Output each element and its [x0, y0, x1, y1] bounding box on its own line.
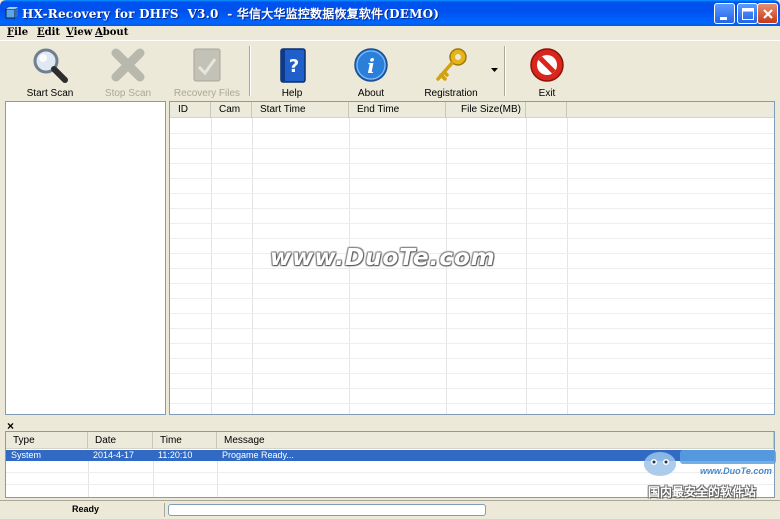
window-title: HX-Recovery for DHFS V3.0 - 华信大华监控数据恢复软件…	[22, 7, 440, 21]
toolbar: Start Scan Stop Scan Recovery Files ? He…	[0, 40, 780, 100]
grid-row-divider	[170, 208, 774, 209]
column-header-extra[interactable]	[526, 102, 567, 118]
device-tree-pane[interactable]	[5, 101, 166, 415]
close-icon	[763, 9, 773, 19]
app-icon	[5, 7, 18, 19]
exit-button[interactable]: Exit	[507, 47, 587, 101]
grid-row-divider	[170, 223, 774, 224]
grid-row-divider	[170, 373, 774, 374]
log-cell-date: 2014-4-17	[93, 450, 135, 460]
log-column-divider	[217, 461, 218, 497]
recovery-files-button[interactable]: Recovery Files	[167, 47, 247, 101]
svg-text:i: i	[367, 54, 375, 78]
status-separator	[164, 503, 165, 517]
status-text: Ready	[72, 504, 100, 514]
column-header-file-size[interactable]: File Size(MB)	[446, 102, 526, 118]
toolbar-separator	[504, 46, 506, 96]
status-bar: Ready	[0, 500, 780, 519]
minimize-icon	[720, 17, 727, 20]
grid-row-divider	[170, 133, 774, 134]
menu-view[interactable]: View	[66, 26, 92, 40]
column-header-end-time[interactable]: End Time	[349, 102, 446, 118]
log-column-type[interactable]: Type	[6, 432, 88, 449]
help-book-icon: ?	[280, 48, 306, 83]
about-label: About	[357, 88, 385, 99]
magnifier-icon	[33, 48, 68, 83]
menu-bar: File Edit View About	[0, 26, 780, 40]
grid-row-divider	[170, 343, 774, 344]
corner-logo-url: www.DuoTe.com	[700, 466, 772, 476]
grid-row-divider	[170, 283, 774, 284]
watermark-text: www.DuoTe.com	[270, 245, 496, 271]
column-header-start-time[interactable]: Start Time	[252, 102, 349, 118]
no-entry-icon	[530, 48, 564, 82]
registration-button[interactable]: Registration	[411, 47, 491, 101]
registration-dropdown-icon[interactable]	[491, 68, 498, 72]
start-scan-button[interactable]: Start Scan	[10, 47, 90, 101]
minimize-button[interactable]	[714, 3, 735, 24]
x-cross-icon	[111, 48, 145, 82]
grid-row-divider	[170, 148, 774, 149]
help-button[interactable]: ? Help	[252, 47, 332, 101]
progress-bar	[168, 504, 486, 516]
grid-row-divider	[170, 313, 774, 314]
grid-header: ID Cam Start Time End Time File Size(MB)	[170, 102, 774, 118]
menu-file[interactable]: File	[7, 26, 28, 40]
grid-row-divider	[170, 358, 774, 359]
log-cell-message: Progame Ready...	[222, 450, 294, 460]
grid-row-divider	[170, 238, 774, 239]
recovery-files-label: Recovery Files	[173, 88, 241, 99]
corner-logo-caption: 国内最安全的软件站	[648, 485, 757, 499]
stop-scan-button[interactable]: Stop Scan	[88, 47, 168, 101]
grid-row-divider	[170, 388, 774, 389]
about-button[interactable]: i About	[331, 47, 411, 101]
log-cell-time: 11:20:10	[158, 450, 193, 460]
menu-about[interactable]: About	[95, 26, 128, 40]
log-column-time[interactable]: Time	[153, 432, 217, 449]
column-header-cam[interactable]: Cam	[211, 102, 252, 118]
toolbar-separator	[249, 46, 251, 96]
grid-row-divider	[170, 328, 774, 329]
key-icon	[436, 48, 467, 81]
close-button[interactable]	[757, 3, 778, 24]
stop-scan-label: Stop Scan	[104, 88, 152, 99]
grid-row-divider	[170, 298, 774, 299]
help-label: Help	[281, 88, 303, 99]
log-cell-type: System	[11, 450, 42, 460]
grid-row-divider	[170, 193, 774, 194]
exit-label: Exit	[538, 88, 556, 99]
file-recovery-icon	[193, 48, 221, 82]
column-header-id[interactable]: ID	[170, 102, 211, 118]
log-column-divider	[88, 461, 89, 497]
maximize-button[interactable]	[737, 3, 758, 24]
log-column-divider	[153, 461, 154, 497]
svg-text:?: ?	[289, 56, 299, 77]
start-scan-label: Start Scan	[26, 88, 74, 99]
title-bar[interactable]: HX-Recovery for DHFS V3.0 - 华信大华监控数据恢复软件…	[0, 0, 780, 26]
menu-edit[interactable]: Edit	[37, 26, 60, 40]
info-icon: i	[354, 48, 388, 82]
maximize-icon	[742, 8, 754, 20]
grid-row-divider	[170, 163, 774, 164]
registration-label: Registration	[424, 88, 478, 99]
grid-row-divider	[170, 178, 774, 179]
log-column-date[interactable]: Date	[88, 432, 153, 449]
grid-row-divider	[170, 403, 774, 404]
